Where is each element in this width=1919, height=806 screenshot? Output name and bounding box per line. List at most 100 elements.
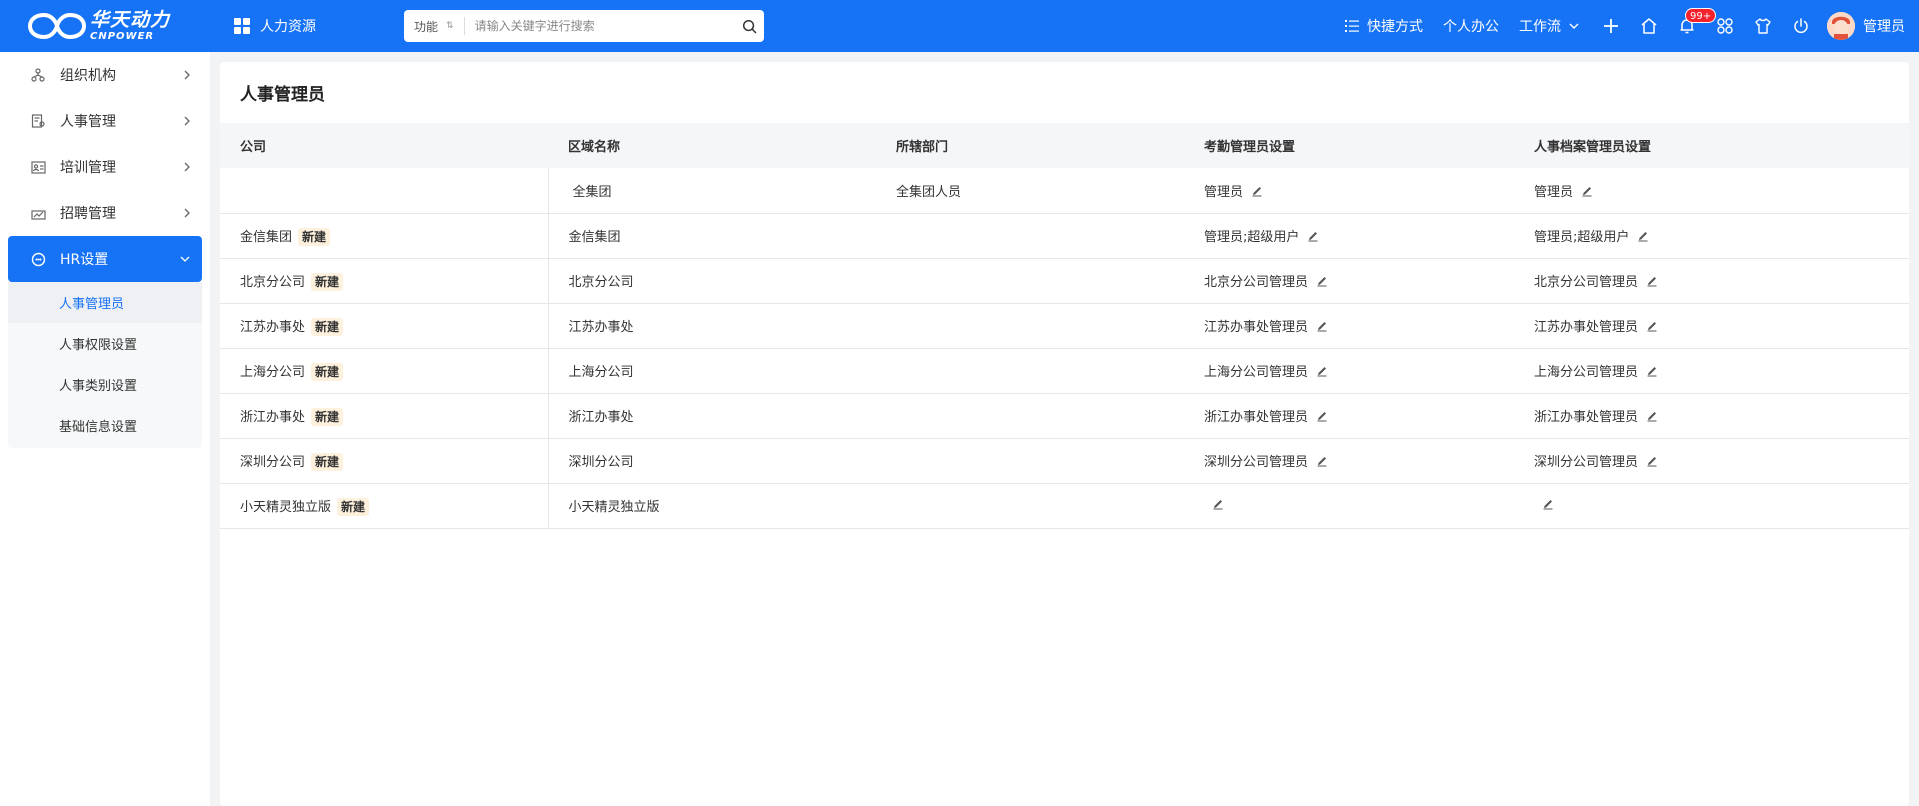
cell-company: 北京分公司 新建	[220, 258, 548, 304]
edit-pencil-icon[interactable]	[1251, 185, 1263, 197]
home-icon[interactable]	[1637, 14, 1661, 38]
region-name: 江苏办事处	[568, 320, 634, 335]
sidebar-item-recruitment[interactable]: 招聘管理	[8, 190, 202, 236]
company-name: 深圳分公司	[240, 454, 306, 470]
sidebar-subitem-hr-permissions[interactable]: 人事权限设置	[8, 323, 202, 364]
new-tag[interactable]: 新建	[337, 497, 370, 516]
new-tag[interactable]: 新建	[311, 362, 344, 381]
edit-pencil-icon[interactable]	[1542, 498, 1554, 510]
company-name: 金信集团	[240, 229, 293, 245]
edit-pencil-icon[interactable]	[1212, 498, 1224, 510]
cell-attendance-admin: 管理员;超级用户	[1184, 213, 1514, 259]
department-name: 全集团人员	[896, 184, 962, 200]
archive-admin-value: 浙江办事处管理员	[1534, 410, 1639, 425]
apps-icon[interactable]	[1713, 14, 1737, 38]
edit-pencil-icon[interactable]	[1637, 230, 1649, 242]
search-input[interactable]	[464, 12, 734, 40]
theme-shirt-icon[interactable]	[1751, 14, 1775, 38]
shortcut-menu[interactable]: 快捷方式	[1345, 16, 1423, 36]
avatar	[1827, 12, 1855, 40]
personal-office-label: 个人办公	[1443, 19, 1499, 35]
column-header-attendance-admin: 考勤管理员设置	[1184, 123, 1514, 168]
module-switcher[interactable]: 人力资源	[234, 0, 316, 52]
edit-pencil-icon[interactable]	[1307, 230, 1319, 242]
edit-pencil-icon[interactable]	[1316, 275, 1328, 287]
attendance-admin-value: 深圳分公司管理员	[1204, 455, 1309, 470]
edit-pencil-icon[interactable]	[1646, 455, 1658, 467]
add-icon[interactable]	[1599, 14, 1623, 38]
sidebar-subitem-hr-admin[interactable]: 人事管理员	[8, 282, 202, 323]
table-row: 北京分公司 新建 北京分公司 北京分公司管理员 北京分公司管理员	[220, 258, 1909, 304]
cell-attendance-admin	[1184, 483, 1514, 529]
cell-department	[876, 348, 1184, 394]
sidebar-item-training[interactable]: 培训管理	[8, 144, 202, 190]
table-header-row: 公司 区域名称 所辖部门 考勤管理员设置 人事档案管理员设置	[220, 123, 1909, 168]
cell-region: 金信集团	[547, 213, 876, 259]
cell-department	[876, 393, 1184, 439]
search-icon[interactable]	[734, 10, 764, 42]
table-row: 上海分公司 新建 上海分公司 上海分公司管理员 上海分公司管理员	[220, 348, 1909, 394]
column-header-region: 区域名称	[548, 123, 876, 168]
personal-office-link[interactable]: 个人办公	[1443, 16, 1499, 36]
settings-icon	[30, 251, 46, 267]
region-name: 小天精灵独立版	[568, 500, 660, 515]
edit-pencil-icon[interactable]	[1316, 320, 1328, 332]
user-menu[interactable]: 管理员	[1827, 12, 1905, 40]
brand-logo[interactable]: 华天动力 CNPOWER	[28, 9, 170, 43]
company-name: 浙江办事处	[240, 409, 306, 425]
sidebar-item-hr-settings[interactable]: HR设置	[8, 236, 202, 282]
brand-name-en: CNPOWER	[90, 30, 155, 42]
power-icon[interactable]	[1789, 14, 1813, 38]
region-name: 全集团	[572, 184, 612, 200]
new-tag[interactable]: 新建	[311, 452, 344, 471]
shortcut-label: 快捷方式	[1367, 19, 1423, 35]
cell-department	[876, 213, 1184, 259]
bell-icon[interactable]: 99+	[1675, 8, 1717, 38]
chevron-down-icon	[180, 236, 190, 282]
module-label: 人力资源	[260, 19, 316, 35]
edit-pencil-icon[interactable]	[1316, 455, 1328, 467]
chevron-right-icon	[184, 98, 190, 144]
sidebar-subitem-basic-info[interactable]: 基础信息设置	[8, 405, 202, 446]
edit-pencil-icon[interactable]	[1646, 365, 1658, 377]
global-search: 功能 ⇅	[404, 10, 764, 42]
sidebar-item-organization[interactable]: 组织机构	[8, 52, 202, 98]
cell-region: 浙江办事处	[547, 393, 876, 439]
page-title: 人事管理员	[240, 85, 325, 105]
new-tag[interactable]: 新建	[298, 227, 331, 246]
edit-pencil-icon[interactable]	[1646, 320, 1658, 332]
edit-pencil-icon[interactable]	[1646, 275, 1658, 287]
edit-pencil-icon[interactable]	[1581, 185, 1593, 197]
user-name: 管理员	[1863, 19, 1905, 35]
edit-pencil-icon[interactable]	[1316, 410, 1328, 422]
sort-caret-icon: ⇅	[446, 21, 454, 31]
sidebar-item-label: 人事管理	[60, 114, 116, 130]
cell-company: 小天精灵独立版 新建	[220, 483, 548, 529]
search-scope-select[interactable]: 功能 ⇅	[404, 17, 465, 35]
archive-admin-value: 管理员;超级用户	[1534, 230, 1630, 245]
cell-attendance-admin: 管理员	[1184, 168, 1514, 214]
attendance-admin-value: 北京分公司管理员	[1204, 275, 1309, 290]
chevron-down-icon	[1569, 23, 1579, 29]
table-row: 浙江办事处 新建 浙江办事处 浙江办事处管理员 浙江办事处管理员	[220, 393, 1909, 439]
edit-pencil-icon[interactable]	[1316, 365, 1328, 377]
new-tag[interactable]: 新建	[311, 407, 344, 426]
cell-department	[876, 483, 1184, 529]
new-tag[interactable]: 新建	[311, 317, 344, 336]
workflow-menu[interactable]: 工作流	[1519, 16, 1579, 36]
cell-company: 江苏办事处 新建	[220, 303, 548, 349]
sidebar: 组织机构 人事管理 培训管理 招聘管理 HR设置 人事管理员 人事权限设置 人事…	[0, 52, 210, 806]
column-header-archive-admin: 人事档案管理员设置	[1514, 123, 1909, 168]
cell-archive-admin: 北京分公司管理员	[1514, 258, 1909, 304]
sidebar-item-personnel[interactable]: 人事管理	[8, 98, 202, 144]
region-name: 上海分公司	[568, 365, 634, 380]
edit-pencil-icon[interactable]	[1646, 410, 1658, 422]
chevron-right-icon	[184, 190, 190, 236]
attendance-admin-value: 管理员;超级用户	[1204, 230, 1300, 245]
cell-region: 江苏办事处	[547, 303, 876, 349]
new-tag[interactable]: 新建	[311, 272, 344, 291]
region-name: 金信集团	[568, 230, 621, 245]
chart-icon	[30, 205, 46, 221]
top-nav: 快捷方式 个人办公 工作流 99+ 管理员	[1345, 0, 1919, 52]
sidebar-subitem-hr-categories[interactable]: 人事类别设置	[8, 364, 202, 405]
